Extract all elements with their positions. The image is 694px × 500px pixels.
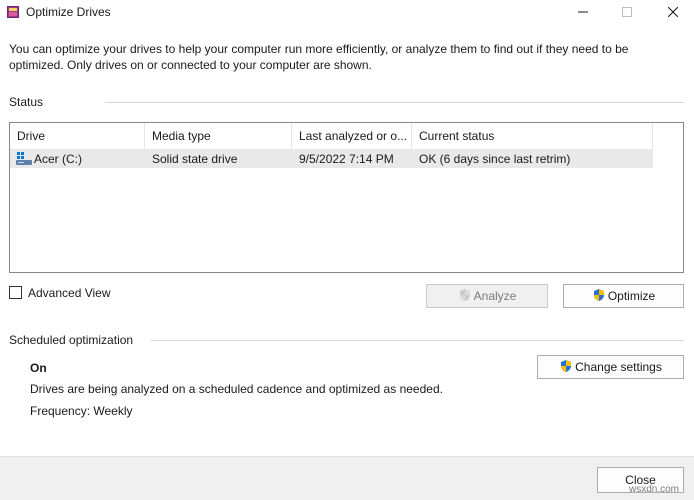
optimize-button[interactable]: Optimize bbox=[563, 284, 684, 308]
drive-icon bbox=[16, 152, 32, 166]
maximize-icon bbox=[622, 6, 632, 20]
analyze-button[interactable]: Analyze bbox=[426, 284, 548, 308]
optimize-label: Optimize bbox=[607, 289, 656, 303]
shield-icon bbox=[592, 288, 608, 305]
scheduled-optimization-label: Scheduled optimization bbox=[9, 333, 134, 347]
change-settings-label: Change settings bbox=[575, 360, 662, 374]
schedule-state: On bbox=[30, 361, 47, 375]
drives-list-header: Drive Media type Last analyzed or o... C… bbox=[10, 123, 653, 150]
window-title: Optimize Drives bbox=[26, 5, 111, 19]
drive-name: Acer (C:) bbox=[34, 152, 82, 166]
title-bar: Optimize Drives bbox=[0, 0, 694, 26]
drive-last-analyzed: 9/5/2022 7:14 PM bbox=[299, 152, 394, 166]
drive-row[interactable]: Acer (C:) Solid state drive 9/5/2022 7:1… bbox=[10, 150, 653, 168]
shield-icon bbox=[458, 288, 474, 305]
minimize-button[interactable] bbox=[560, 0, 606, 26]
schedule-frequency: Frequency: Weekly bbox=[30, 404, 133, 418]
description-text: You can optimize your drives to help you… bbox=[9, 42, 629, 72]
change-settings-button[interactable]: Change settings bbox=[537, 355, 684, 379]
watermark: wsxdn.com bbox=[629, 484, 680, 495]
shield-icon bbox=[559, 359, 575, 376]
drive-current-status: OK (6 days since last retrim) bbox=[419, 152, 571, 166]
optimize-drives-icon bbox=[7, 6, 19, 18]
minimize-icon bbox=[578, 6, 588, 20]
drives-list[interactable]: Drive Media type Last analyzed or o... C… bbox=[9, 122, 684, 273]
dialog-footer bbox=[0, 456, 694, 500]
column-last-analyzed[interactable]: Last analyzed or o... bbox=[292, 123, 412, 149]
status-label: Status bbox=[9, 95, 44, 109]
column-drive[interactable]: Drive bbox=[10, 123, 145, 149]
column-current-status[interactable]: Current status bbox=[412, 123, 653, 149]
scheduled-divider bbox=[150, 340, 684, 341]
analyze-label: Analyze bbox=[473, 289, 517, 303]
advanced-view-label[interactable]: Advanced View bbox=[28, 286, 111, 300]
advanced-view-checkbox[interactable] bbox=[9, 286, 22, 299]
column-media-type[interactable]: Media type bbox=[145, 123, 292, 149]
drive-media-type: Solid state drive bbox=[152, 152, 238, 166]
close-window-button[interactable] bbox=[650, 0, 694, 26]
status-divider bbox=[105, 102, 684, 103]
maximize-button[interactable] bbox=[604, 0, 650, 26]
schedule-description: Drives are being analyzed on a scheduled… bbox=[30, 382, 443, 396]
close-icon bbox=[667, 6, 679, 20]
